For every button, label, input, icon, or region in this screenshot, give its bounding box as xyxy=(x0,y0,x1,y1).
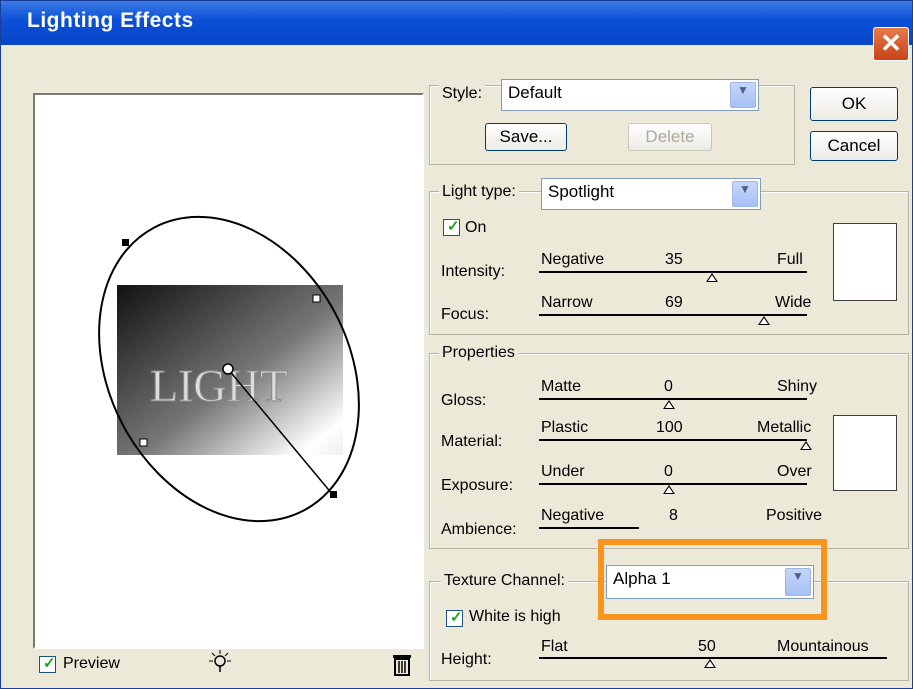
light-center-handle[interactable] xyxy=(222,363,234,375)
intensity-min-label: Negative xyxy=(541,251,605,268)
height-value: 50 xyxy=(698,638,716,655)
trash-icon[interactable] xyxy=(391,653,413,677)
window-title: Lighting Effects xyxy=(27,9,194,32)
ambience-max-label: Positive xyxy=(766,507,823,524)
properties-label: Properties xyxy=(439,344,518,362)
preview-label: Preview xyxy=(63,655,120,672)
ok-button[interactable]: OK xyxy=(810,87,898,121)
style-select[interactable]: Default ▼ xyxy=(501,79,759,111)
ambience-label: Ambience: xyxy=(441,521,517,538)
focus-label: Focus: xyxy=(441,306,490,323)
ambience-slider[interactable] xyxy=(539,527,639,529)
gloss-slider-thumb[interactable] xyxy=(663,400,675,409)
material-value: 100 xyxy=(656,419,683,436)
save-button[interactable]: Save... xyxy=(485,123,567,151)
ellipse-handle[interactable] xyxy=(330,491,337,498)
preview-canvas[interactable]: LIGHT xyxy=(33,93,424,649)
gloss-max-label: Shiny xyxy=(777,378,818,395)
white-is-high-label: White is high xyxy=(469,608,561,625)
intensity-slider-thumb[interactable] xyxy=(706,273,718,282)
delete-button[interactable]: Delete xyxy=(628,123,712,151)
texture-channel-label: Texture Channel: xyxy=(441,572,568,590)
focus-min-label: Narrow xyxy=(541,294,593,311)
light-preview-image[interactable]: LIGHT xyxy=(35,95,422,647)
focus-value: 69 xyxy=(665,294,683,311)
close-icon: ✕ xyxy=(880,28,902,58)
ellipse-handle[interactable] xyxy=(312,294,321,303)
annotation-highlight-box xyxy=(598,539,827,620)
preview-checkbox[interactable]: ✓ xyxy=(39,655,56,673)
chevron-down-icon: ▼ xyxy=(730,82,756,108)
light-type-value: Spotlight xyxy=(548,182,615,201)
height-min-label: Flat xyxy=(541,638,568,655)
exposure-label: Exposure: xyxy=(441,477,514,494)
light-on-checkbox[interactable]: ✓ xyxy=(443,218,460,236)
ambience-min-label: Negative xyxy=(541,507,605,524)
exposure-value: 0 xyxy=(664,463,673,480)
material-slider[interactable] xyxy=(539,439,807,441)
light-color-swatch[interactable] xyxy=(833,223,897,301)
light-type-select[interactable]: Spotlight ▼ xyxy=(541,178,761,210)
material-label: Material: xyxy=(441,433,503,450)
gloss-label: Gloss: xyxy=(441,392,487,409)
intensity-value: 35 xyxy=(665,251,683,268)
light-on-label: On xyxy=(465,219,487,236)
material-min-label: Plastic xyxy=(541,419,589,436)
exposure-min-label: Under xyxy=(541,463,585,480)
light-text: LIGHT xyxy=(150,360,288,411)
exposure-max-label: Over xyxy=(777,463,812,480)
height-label: Height: xyxy=(441,651,492,668)
cancel-button[interactable]: Cancel xyxy=(810,131,898,161)
material-slider-thumb[interactable] xyxy=(800,441,812,450)
style-value: Default xyxy=(508,83,562,102)
focus-max-label: Wide xyxy=(775,294,812,311)
chevron-down-icon: ▼ xyxy=(732,181,758,207)
height-max-label: Mountainous xyxy=(777,638,869,655)
intensity-slider[interactable] xyxy=(539,271,807,273)
exposure-slider-thumb[interactable] xyxy=(663,485,675,494)
close-button[interactable]: ✕ xyxy=(873,27,909,61)
style-label: Style: xyxy=(439,85,486,103)
focus-slider-thumb[interactable] xyxy=(758,316,770,325)
ellipse-handle[interactable] xyxy=(122,239,129,246)
ellipse-handle[interactable] xyxy=(139,438,148,447)
material-max-label: Metallic xyxy=(757,419,812,436)
gloss-value: 0 xyxy=(664,378,673,395)
ambience-value: 8 xyxy=(669,507,678,524)
intensity-max-label: Full xyxy=(777,251,803,268)
intensity-label: Intensity: xyxy=(441,263,506,280)
gloss-min-label: Matte xyxy=(541,378,582,395)
white-is-high-checkbox[interactable]: ✓ xyxy=(446,609,463,627)
title-bar: Lighting Effects ✕ xyxy=(1,1,912,61)
height-slider-thumb[interactable] xyxy=(704,659,716,668)
light-type-label: Light type: xyxy=(439,183,519,201)
lightbulb-icon[interactable] xyxy=(206,649,234,677)
ambient-color-swatch[interactable] xyxy=(833,415,897,491)
lighting-effects-dialog: Lighting Effects ✕ LIGHT ✓ Preview Style… xyxy=(0,0,913,689)
